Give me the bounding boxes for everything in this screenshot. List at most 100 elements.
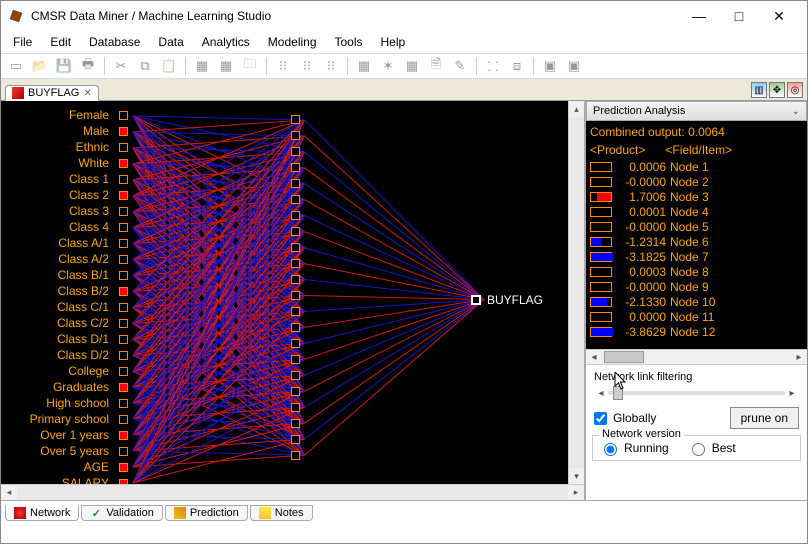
- input-node[interactable]: [119, 255, 128, 264]
- hidden-node[interactable]: [291, 371, 300, 380]
- hidden-node[interactable]: [291, 291, 300, 300]
- prediction-row[interactable]: -0.0000Node 9: [590, 279, 803, 294]
- view-target-icon[interactable]: ◎: [787, 82, 803, 98]
- tb-net3-icon[interactable]: ⁝⁝: [320, 55, 342, 77]
- maximize-button[interactable]: □: [719, 2, 759, 30]
- input-node[interactable]: [119, 367, 128, 376]
- input-node[interactable]: [119, 303, 128, 312]
- prediction-hscroll[interactable]: ◂ ▸: [586, 349, 807, 365]
- input-node[interactable]: [119, 431, 128, 440]
- tb-folder-icon[interactable]: 🗀: [239, 55, 261, 77]
- pred-scroll-right-icon[interactable]: ▸: [791, 349, 807, 365]
- tb-open-icon[interactable]: 📂: [29, 55, 51, 77]
- menu-tools[interactable]: Tools: [327, 33, 371, 51]
- input-node[interactable]: [119, 111, 128, 120]
- tab-close-icon[interactable]: ✕: [83, 88, 91, 99]
- hidden-node[interactable]: [291, 323, 300, 332]
- input-node[interactable]: [119, 127, 128, 136]
- input-node[interactable]: [119, 399, 128, 408]
- tb-cluster-icon[interactable]: ✶: [377, 55, 399, 77]
- menu-data[interactable]: Data: [150, 33, 191, 51]
- tb-misc1-icon[interactable]: ⸬: [482, 55, 504, 77]
- tab-validation[interactable]: ✓ Validation: [81, 505, 163, 521]
- slider-right-icon[interactable]: ▸: [785, 388, 799, 399]
- tb-save-icon[interactable]: 💾: [53, 55, 75, 77]
- hidden-node[interactable]: [291, 435, 300, 444]
- scroll-down-icon[interactable]: ▾: [569, 468, 585, 484]
- input-node[interactable]: [119, 415, 128, 424]
- tb-grid2-icon[interactable]: ▦: [401, 55, 423, 77]
- prediction-row[interactable]: -1.2314Node 6: [590, 234, 803, 249]
- input-node[interactable]: [119, 319, 128, 328]
- tb-misc4-icon[interactable]: ▣: [563, 55, 585, 77]
- scroll-up-icon[interactable]: ▴: [569, 101, 585, 117]
- input-node[interactable]: [119, 383, 128, 392]
- input-node[interactable]: [119, 351, 128, 360]
- input-node[interactable]: [119, 463, 128, 472]
- prediction-row[interactable]: -0.0000Node 2: [590, 174, 803, 189]
- hidden-node[interactable]: [291, 339, 300, 348]
- prune-button[interactable]: prune on: [730, 407, 799, 429]
- input-node[interactable]: [119, 223, 128, 232]
- hidden-node[interactable]: [291, 243, 300, 252]
- tb-print-icon[interactable]: 🖶: [77, 55, 99, 77]
- document-tab-buyflag[interactable]: BUYFLAG ✕: [5, 85, 99, 101]
- tb-group1-icon[interactable]: ▦: [191, 55, 213, 77]
- prediction-analysis-header[interactable]: Prediction Analysis ⌄: [586, 101, 807, 121]
- tb-paste-icon[interactable]: 📋: [158, 55, 180, 77]
- best-radio[interactable]: Best: [687, 440, 736, 456]
- tb-edit-icon[interactable]: ✎: [449, 55, 471, 77]
- hidden-node[interactable]: [291, 387, 300, 396]
- scroll-right-icon[interactable]: ▸: [568, 485, 584, 501]
- filter-slider[interactable]: ◂ ▸: [594, 385, 799, 401]
- menu-file[interactable]: File: [5, 33, 40, 51]
- prediction-row[interactable]: -2.1330Node 10: [590, 294, 803, 309]
- hidden-node[interactable]: [291, 419, 300, 428]
- input-node[interactable]: [119, 271, 128, 280]
- tb-misc2-icon[interactable]: ⧈: [506, 55, 528, 77]
- prediction-row[interactable]: 0.0000Node 11: [590, 309, 803, 324]
- input-node[interactable]: [119, 447, 128, 456]
- hidden-node[interactable]: [291, 147, 300, 156]
- canvas-vscroll[interactable]: ▴ ▾: [568, 101, 584, 484]
- slider-thumb[interactable]: [613, 386, 623, 400]
- input-node[interactable]: [119, 207, 128, 216]
- tb-doc-icon[interactable]: 🗎: [425, 55, 447, 77]
- prediction-row[interactable]: 0.0001Node 4: [590, 204, 803, 219]
- close-button[interactable]: ✕: [759, 2, 799, 30]
- tab-network[interactable]: Network: [5, 505, 79, 521]
- menu-database[interactable]: Database: [81, 33, 148, 51]
- prediction-row[interactable]: 1.7006Node 3: [590, 189, 803, 204]
- hidden-node[interactable]: [291, 115, 300, 124]
- input-node[interactable]: [119, 335, 128, 344]
- tab-prediction[interactable]: Prediction: [165, 505, 248, 521]
- prediction-row[interactable]: -3.1825Node 7: [590, 249, 803, 264]
- tb-copy-icon[interactable]: ⧉: [134, 55, 156, 77]
- hidden-node[interactable]: [291, 259, 300, 268]
- pred-scroll-left-icon[interactable]: ◂: [586, 349, 602, 365]
- canvas-hscroll[interactable]: ◂ ▸: [1, 484, 584, 500]
- input-node[interactable]: [119, 175, 128, 184]
- hidden-node[interactable]: [291, 275, 300, 284]
- hidden-node[interactable]: [291, 211, 300, 220]
- input-node[interactable]: [119, 191, 128, 200]
- tb-grid1-icon[interactable]: ▦: [353, 55, 375, 77]
- view-expand-icon[interactable]: ✥: [769, 82, 785, 98]
- hidden-node[interactable]: [291, 227, 300, 236]
- input-node[interactable]: [119, 479, 128, 484]
- prediction-row[interactable]: -3.8629Node 12: [590, 324, 803, 339]
- minimize-button[interactable]: —: [679, 2, 719, 30]
- hidden-node[interactable]: [291, 307, 300, 316]
- input-node[interactable]: [119, 159, 128, 168]
- tab-notes[interactable]: Notes: [250, 505, 313, 521]
- menu-analytics[interactable]: Analytics: [194, 33, 258, 51]
- pred-scroll-thumb[interactable]: [604, 351, 644, 363]
- output-node[interactable]: [471, 295, 481, 305]
- tb-group2-icon[interactable]: ▦: [215, 55, 237, 77]
- menu-edit[interactable]: Edit: [42, 33, 79, 51]
- hidden-node[interactable]: [291, 451, 300, 460]
- hidden-node[interactable]: [291, 355, 300, 364]
- menu-modeling[interactable]: Modeling: [260, 33, 325, 51]
- tb-net2-icon[interactable]: ⁝⁝: [296, 55, 318, 77]
- input-node[interactable]: [119, 287, 128, 296]
